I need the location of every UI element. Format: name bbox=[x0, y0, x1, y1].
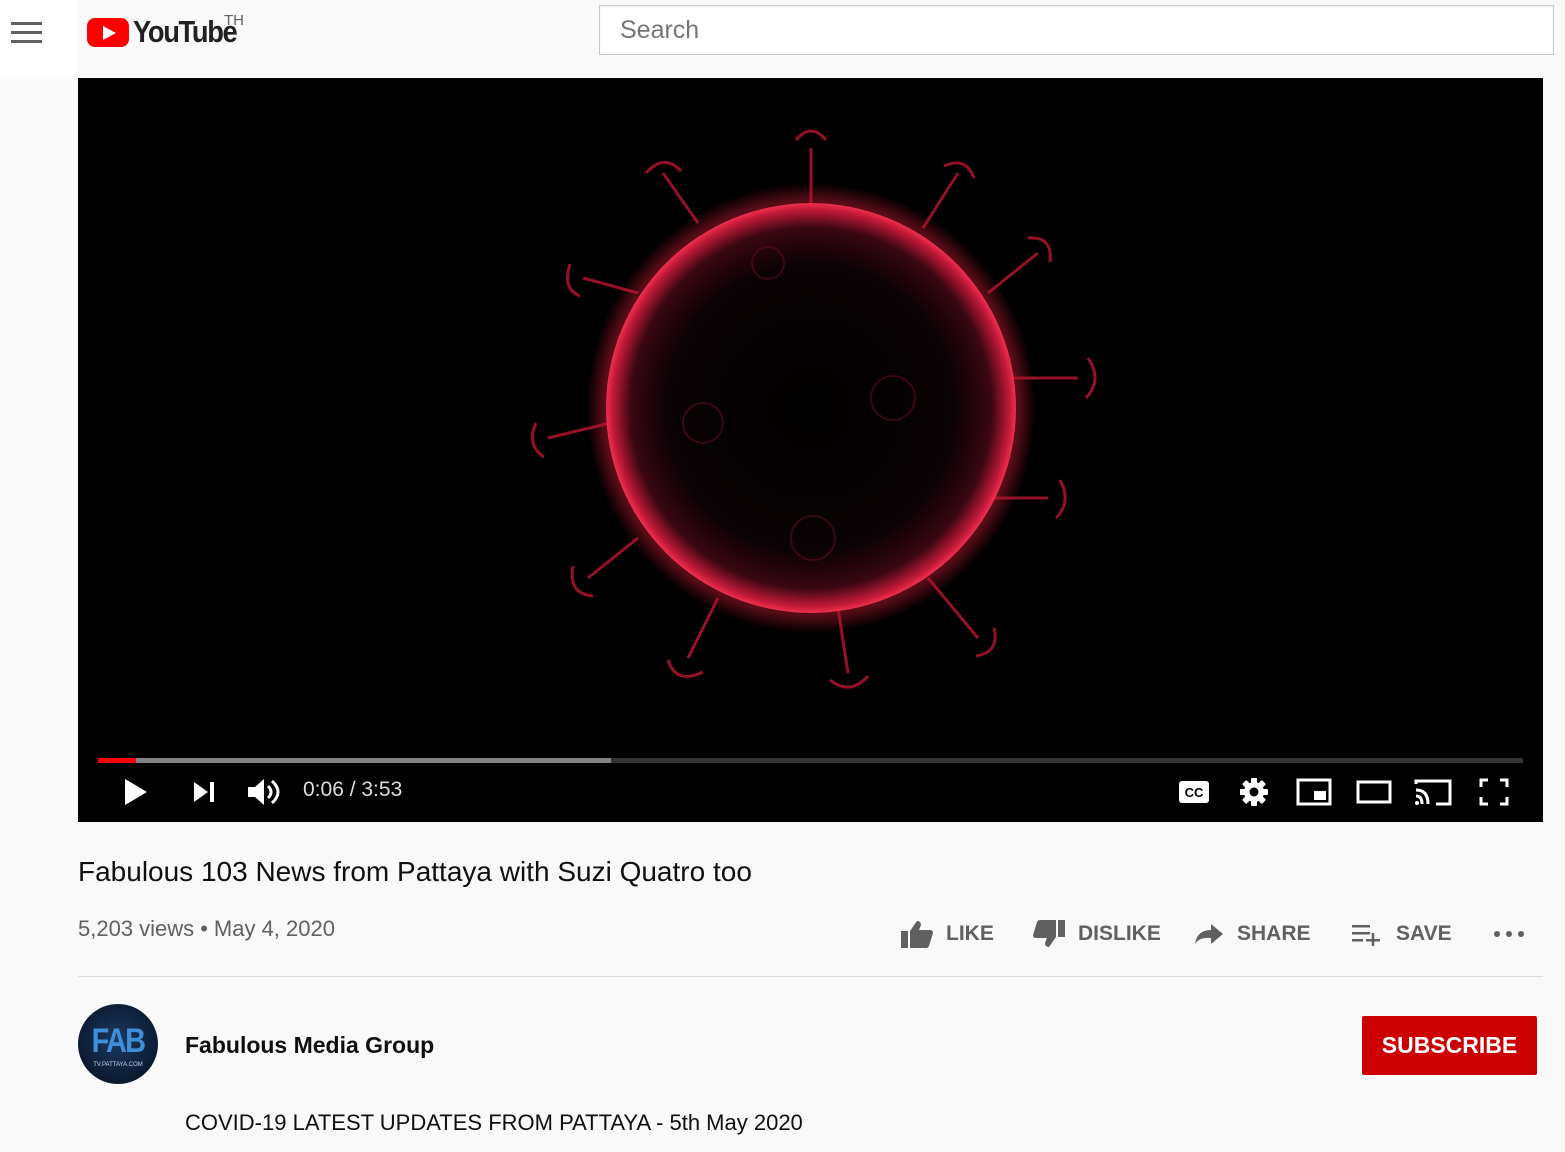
more-actions-button[interactable] bbox=[1492, 912, 1538, 956]
dislike-label: DISLIKE bbox=[1078, 922, 1161, 945]
next-button[interactable] bbox=[184, 772, 224, 812]
logo-text: YouTube bbox=[133, 14, 238, 49]
dislike-icon bbox=[1033, 920, 1065, 947]
volume-button[interactable] bbox=[242, 772, 284, 812]
settings-button[interactable] bbox=[1233, 772, 1275, 812]
miniplayer-button[interactable] bbox=[1293, 772, 1335, 812]
youtube-logo-icon bbox=[87, 17, 129, 47]
share-label: SHARE bbox=[1237, 922, 1311, 945]
cast-icon bbox=[1414, 779, 1452, 806]
captions-icon: CC bbox=[1179, 781, 1209, 803]
channel-name[interactable]: Fabulous Media Group bbox=[185, 1032, 434, 1059]
subscribe-button[interactable]: SUBSCRIBE bbox=[1362, 1016, 1537, 1075]
svg-text:CC: CC bbox=[1185, 785, 1204, 800]
progress-buffer bbox=[98, 758, 611, 763]
menu-icon[interactable] bbox=[11, 22, 43, 44]
save-icon bbox=[1352, 925, 1380, 946]
theater-mode-button[interactable] bbox=[1353, 772, 1395, 812]
next-icon bbox=[194, 782, 214, 802]
play-button[interactable] bbox=[116, 772, 156, 812]
miniplayer-icon bbox=[1296, 778, 1332, 806]
search-box bbox=[599, 5, 1554, 55]
search-input[interactable] bbox=[600, 6, 1553, 54]
cast-button[interactable] bbox=[1412, 772, 1454, 812]
progress-bar[interactable] bbox=[98, 758, 1523, 763]
video-meta: 5,203 views • May 4, 2020 bbox=[78, 916, 335, 942]
video-player[interactable]: 0:06 / 3:53 CC bbox=[78, 78, 1543, 822]
view-count: 5,203 views bbox=[78, 916, 195, 941]
meta-separator: • bbox=[200, 916, 208, 941]
masthead-guide-area bbox=[0, 0, 78, 78]
captions-button[interactable]: CC bbox=[1173, 772, 1215, 812]
like-icon bbox=[901, 921, 933, 948]
like-button[interactable]: LIKE bbox=[900, 912, 994, 956]
channel-avatar[interactable]: FAB TV.PATTAYA.COM bbox=[78, 1004, 158, 1084]
fullscreen-icon bbox=[1479, 778, 1509, 806]
avatar-logo-subtext: TV.PATTAYA.COM bbox=[93, 1062, 143, 1068]
masthead: YouTube TH bbox=[0, 0, 1565, 78]
country-code: TH bbox=[224, 12, 244, 29]
settings-icon bbox=[1240, 778, 1268, 806]
fullscreen-button[interactable] bbox=[1473, 772, 1515, 812]
upload-date: May 4, 2020 bbox=[213, 916, 335, 941]
volume-icon bbox=[248, 779, 280, 805]
more-icon bbox=[1494, 931, 1524, 937]
progress-played bbox=[98, 758, 137, 763]
dislike-button[interactable]: DISLIKE bbox=[1032, 912, 1161, 956]
play-icon bbox=[125, 779, 147, 805]
video-title: Fabulous 103 News from Pattaya with Suzi… bbox=[78, 856, 752, 887]
save-label: SAVE bbox=[1396, 922, 1452, 945]
video-description: COVID-19 LATEST UPDATES FROM PATTAYA - 5… bbox=[185, 1110, 803, 1135]
save-button[interactable]: SAVE bbox=[1350, 912, 1452, 956]
share-button[interactable]: SHARE bbox=[1193, 912, 1311, 956]
share-icon bbox=[1195, 924, 1223, 944]
time-display: 0:06 / 3:53 bbox=[303, 778, 403, 801]
info-divider bbox=[78, 976, 1543, 977]
video-frame bbox=[530, 129, 1097, 689]
avatar-logo-text: FAB bbox=[91, 1022, 146, 1060]
theater-mode-icon bbox=[1356, 780, 1392, 804]
like-label: LIKE bbox=[946, 922, 994, 945]
